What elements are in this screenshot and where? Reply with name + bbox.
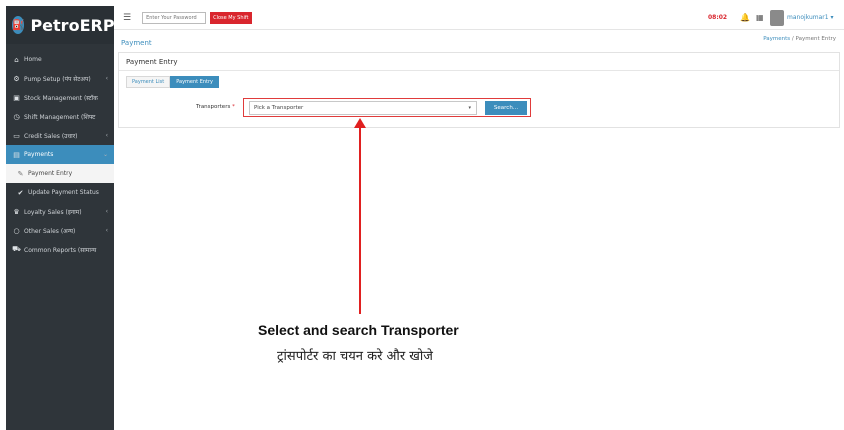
sidebar-item-pump-setup[interactable]: ⚙ Pump Setup (पंप सेटअप) ‹ (6, 69, 114, 88)
annotation-text-hindi: ट्रांसपोर्टर का चयन करे और खोजे (277, 349, 433, 364)
chevron-left-icon: ‹ (105, 132, 108, 139)
chevron-down-icon: ⌄ (102, 151, 108, 158)
trophy-icon: ♛ (13, 207, 20, 216)
transporter-select[interactable]: Pick a Transporter ▾ (249, 101, 477, 115)
breadcrumb-link-payments[interactable]: Payments (763, 36, 790, 42)
sidebar-item-label: Shift Management (शिफ्ट (24, 113, 96, 121)
required-mark: * (232, 104, 235, 110)
sidebar-item-label: Update Payment Status (28, 189, 99, 196)
annotation-text-english: Select and search Transporter (258, 322, 459, 338)
sidebar-item-payments[interactable]: ▤ Payments ⌄ (6, 145, 114, 164)
clock-icon: ◷ (13, 112, 20, 121)
notification-bell-icon[interactable]: 🔔 (740, 13, 750, 22)
close-my-shift-button[interactable]: Close My Shift (210, 11, 252, 24)
payment-entry-card: Payment Entry Payment List Payment Entry… (118, 52, 840, 128)
fuel-logo-icon: ⛽ (12, 16, 25, 34)
password-input[interactable] (142, 11, 207, 24)
username: manojkumar1 (787, 14, 829, 21)
search-button[interactable]: Search... (485, 101, 527, 115)
money-icon: ▤ (13, 150, 20, 159)
sidebar-item-label: Other Sales (अन्य) (24, 227, 76, 235)
sidebar-item-update-payment-status[interactable]: ✔ Update Payment Status (6, 183, 114, 202)
cogs-icon: ⚙ (13, 74, 20, 83)
sidebar: ⛽ PetroERP ⌂ Home ⚙ Pump Setup (पंप सेटअ… (6, 6, 115, 430)
annotation-arrow-line (359, 126, 361, 314)
sidebar-item-payment-entry[interactable]: ✎ Payment Entry (6, 164, 114, 183)
sidebar-item-other-sales[interactable]: ○ Other Sales (अन्य) ‹ (6, 221, 114, 240)
caret-down-icon: ▾ (830, 14, 834, 21)
shift-clock: 08:02 (708, 14, 728, 21)
avatar[interactable] (770, 9, 784, 26)
card-icon: ▭ (13, 131, 20, 140)
sidebar-item-stock-management[interactable]: ▣ Stock Management (स्टॉक (6, 88, 114, 107)
sidebar-item-label: Payments (24, 151, 54, 158)
circle-icon: ○ (13, 226, 20, 235)
sidebar-nav: ⌂ Home ⚙ Pump Setup (पंप सेटअप) ‹ ▣ Stoc… (6, 50, 114, 259)
brand-name: PetroERP (30, 15, 115, 35)
sidebar-item-label: Common Reports (सामान्य (24, 246, 97, 254)
sidebar-item-label: Home (24, 56, 42, 63)
transporter-select-value: Pick a Transporter (254, 105, 304, 111)
sidebar-item-common-reports[interactable]: ⛟ Common Reports (सामान्य (6, 240, 114, 259)
brand[interactable]: ⛽ PetroERP (6, 6, 115, 44)
transporter-form-row: Transporters * Pick a Transporter ▾ Sear… (119, 98, 839, 118)
tabs: Payment List Payment Entry (126, 76, 220, 88)
car-icon: ⛟ (12, 245, 21, 253)
tab-payment-entry[interactable]: Payment Entry (170, 76, 220, 88)
home-icon: ⌂ (14, 55, 19, 64)
divider (119, 70, 839, 71)
sidebar-item-label: Payment Entry (28, 170, 73, 177)
sidebar-item-home[interactable]: ⌂ Home (6, 50, 114, 69)
caret-down-icon: ▾ (468, 105, 471, 111)
transporters-label: Transporters * (196, 104, 235, 110)
sidebar-item-label: Stock Management (स्टॉक (24, 94, 98, 102)
breadcrumb-separator: / (791, 36, 794, 42)
sidebar-item-shift-management[interactable]: ◷ Shift Management (शिफ्ट (6, 107, 114, 126)
card-title: Payment Entry (126, 58, 178, 66)
edit-icon: ✎ (17, 169, 24, 178)
chevron-left-icon: ‹ (105, 208, 108, 215)
chevron-left-icon: ‹ (105, 227, 108, 234)
sidebar-item-loyalty-sales[interactable]: ♛ Loyalty Sales (इनाम) ‹ (6, 202, 114, 221)
sidebar-item-label: Loyalty Sales (इनाम) (24, 208, 82, 216)
breadcrumb: Payments / Payment Entry (763, 36, 836, 42)
apps-grid-icon[interactable]: ▦ (756, 13, 764, 22)
top-bar: ☰ Close My Shift 08:02 🔔 ▦ manojkumar1 ▾ (114, 6, 844, 30)
chevron-left-icon: ‹ (105, 75, 108, 82)
tab-payment-list[interactable]: Payment List (126, 76, 171, 88)
user-menu[interactable]: manojkumar1 ▾ (787, 14, 834, 21)
cubes-icon: ▣ (13, 93, 20, 102)
check-icon: ✔ (17, 188, 24, 197)
sidebar-item-label: Credit Sales (उधार) (24, 132, 78, 140)
hamburger-menu-icon[interactable]: ☰ (123, 13, 131, 23)
breadcrumb-current: Payment Entry (795, 36, 836, 42)
page-title: Payment (121, 39, 152, 47)
sidebar-item-credit-sales[interactable]: ▭ Credit Sales (उधार) ‹ (6, 126, 114, 145)
sidebar-item-label: Pump Setup (पंप सेटअप) (24, 75, 91, 83)
